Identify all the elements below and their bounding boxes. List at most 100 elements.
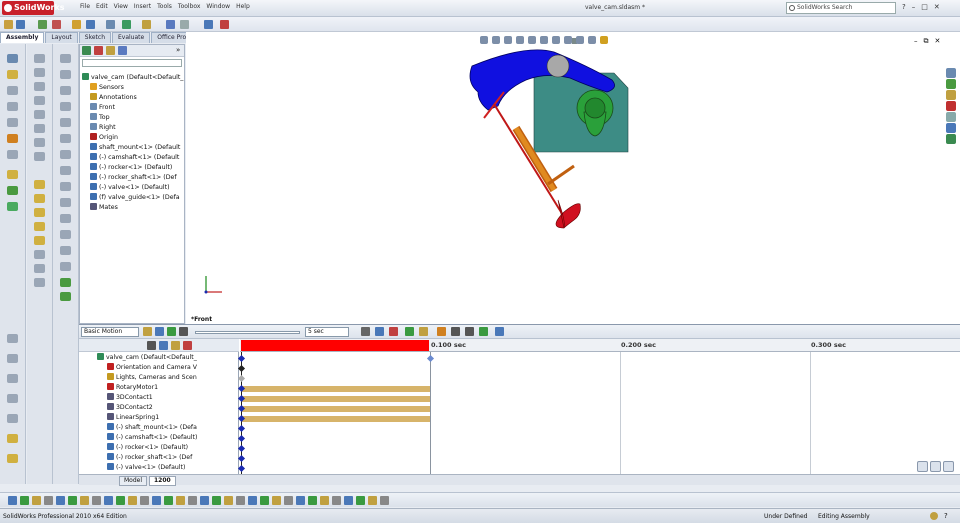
extrude-icon[interactable] <box>60 86 71 95</box>
solidworks-resources-icon[interactable] <box>946 68 956 78</box>
relation-icon[interactable] <box>296 496 305 505</box>
arc-icon[interactable] <box>92 496 101 505</box>
view-orientation-icon[interactable] <box>528 36 536 44</box>
configuration-manager-tab-icon[interactable] <box>106 46 115 55</box>
key-point[interactable] <box>237 454 246 463</box>
point-icon[interactable] <box>56 496 65 505</box>
instant3d-icon[interactable] <box>7 434 18 443</box>
curves-icon[interactable] <box>60 292 71 301</box>
filter-driving-icon[interactable] <box>159 341 168 350</box>
motion-tree-item[interactable]: 3DContact2 <box>79 403 229 413</box>
tab-layout[interactable]: Layout <box>45 32 78 43</box>
motion-tree-item[interactable]: (-) rocker<1> (Default) <box>79 443 229 453</box>
show-hidden-components-icon[interactable] <box>7 134 18 143</box>
timeline-area[interactable]: 0.100 sec 0.200 sec 0.300 sec <box>237 339 960 474</box>
new-icon[interactable] <box>4 20 13 29</box>
time-ruler[interactable]: 0.100 sec 0.200 sec 0.300 sec <box>240 339 960 352</box>
contact-icon[interactable] <box>465 327 474 336</box>
rotate-icon[interactable] <box>236 496 245 505</box>
motion-tree-item[interactable]: LinearSpring1 <box>79 413 229 423</box>
key-point[interactable] <box>237 354 246 363</box>
repair-icon[interactable] <box>320 496 329 505</box>
playback-mode-icon[interactable] <box>361 327 370 336</box>
filter-results-icon[interactable] <box>183 341 192 350</box>
tree-item[interactable]: Front <box>80 103 184 113</box>
menu-item[interactable]: Window <box>206 3 230 10</box>
tree-item[interactable]: (f) valve_guide<1> (Defa <box>80 193 184 203</box>
tree-item[interactable]: valve_cam (Default<Default_ <box>80 73 184 83</box>
add-key-icon[interactable] <box>419 327 428 336</box>
zoom-to-fit-timeline-icon[interactable] <box>943 461 954 472</box>
filter-animated-icon[interactable] <box>147 341 156 350</box>
edit-appearance-icon[interactable] <box>564 36 572 44</box>
close-icon[interactable]: ✕ <box>934 3 940 11</box>
tree-item[interactable]: (-) rocker<1> (Default) <box>80 163 184 173</box>
trim-icon[interactable] <box>188 496 197 505</box>
feature-manager-tab-icon[interactable] <box>82 46 91 55</box>
tab-evaluate[interactable]: Evaluate <box>112 32 151 43</box>
grid-icon[interactable] <box>332 496 341 505</box>
show-hide-icon[interactable] <box>8 496 17 505</box>
tree-filter-input[interactable] <box>82 59 182 67</box>
move-component-icon[interactable] <box>7 118 18 127</box>
smart-dimension-icon[interactable] <box>34 180 45 189</box>
linear-pattern-icon[interactable] <box>7 86 18 95</box>
revolve-icon[interactable] <box>60 102 71 111</box>
tree-item[interactable]: (-) valve<1> (Default) <box>80 183 184 193</box>
rectangle-icon[interactable] <box>116 496 125 505</box>
extend-icon[interactable] <box>200 496 209 505</box>
viewport-close-icon[interactable]: ✕ <box>935 37 941 46</box>
linear-pattern-icon[interactable] <box>106 20 115 29</box>
offset-icon[interactable] <box>34 236 45 245</box>
search-results-icon[interactable] <box>946 101 956 111</box>
graphics-area[interactable] <box>186 32 960 324</box>
sketch-icon[interactable] <box>7 454 18 463</box>
save-animation-icon[interactable] <box>375 327 384 336</box>
reference-plane-icon[interactable] <box>60 278 71 287</box>
motion-tree-item[interactable]: (-) shaft_mount<1> (Defa <box>79 423 229 433</box>
help-icon[interactable]: ? <box>944 512 948 520</box>
assembly-features-icon[interactable] <box>7 150 18 159</box>
arc-icon[interactable] <box>34 96 45 105</box>
zoom-in-icon[interactable] <box>917 461 928 472</box>
motor-icon[interactable] <box>437 327 446 336</box>
key-bar-contact-2[interactable] <box>242 406 430 412</box>
offset-icon[interactable] <box>176 496 185 505</box>
display-manager-tab-icon[interactable] <box>118 46 127 55</box>
zoom-out-icon[interactable] <box>930 461 941 472</box>
previous-view-icon[interactable] <box>504 36 512 44</box>
restore-icon[interactable]: □ <box>921 3 928 11</box>
tree-item[interactable]: shaft_mount<1> (Default <box>80 143 184 153</box>
view-settings-icon[interactable] <box>588 36 596 44</box>
realview-icon[interactable] <box>600 36 608 44</box>
section-view-icon[interactable] <box>516 36 524 44</box>
menu-item[interactable]: Edit <box>96 3 108 10</box>
display-style-icon[interactable] <box>540 36 548 44</box>
mate-icon[interactable] <box>86 20 95 29</box>
viewport-minimize-icon[interactable]: – <box>914 37 918 46</box>
tab-model[interactable]: Model <box>119 476 148 486</box>
design-library-icon[interactable] <box>946 79 956 89</box>
view-palette-icon[interactable] <box>946 112 956 122</box>
construction-icon[interactable] <box>344 496 353 505</box>
rebuild-status-icon[interactable] <box>930 512 938 520</box>
show-hidden-icon[interactable] <box>166 20 175 29</box>
motion-tree-item[interactable]: (-) rocker_shaft<1> (Def <box>79 453 229 463</box>
cut-extrude-icon[interactable] <box>60 150 71 159</box>
trim-icon[interactable] <box>34 208 45 217</box>
scale-icon[interactable] <box>248 496 257 505</box>
apply-scene-icon[interactable] <box>576 36 584 44</box>
mirror-icon[interactable] <box>212 496 221 505</box>
mate-icon[interactable] <box>7 70 18 79</box>
spline-icon[interactable] <box>34 110 45 119</box>
text-icon[interactable] <box>34 152 45 161</box>
dimension-icon[interactable] <box>284 496 293 505</box>
key-bar-contact-1[interactable] <box>242 396 430 402</box>
tree-item[interactable]: Mates <box>80 203 184 213</box>
motion-tree-item[interactable]: (-) camshaft<1> (Default) <box>79 433 229 443</box>
duration-select[interactable]: 5 sec <box>305 327 349 337</box>
motion-tree-item[interactable]: valve_cam (Default<Default_ <box>79 353 229 363</box>
tree-item[interactable]: Annotations <box>80 93 184 103</box>
filter-icon[interactable] <box>32 496 41 505</box>
study-type-select[interactable]: Basic Motion <box>81 327 139 337</box>
